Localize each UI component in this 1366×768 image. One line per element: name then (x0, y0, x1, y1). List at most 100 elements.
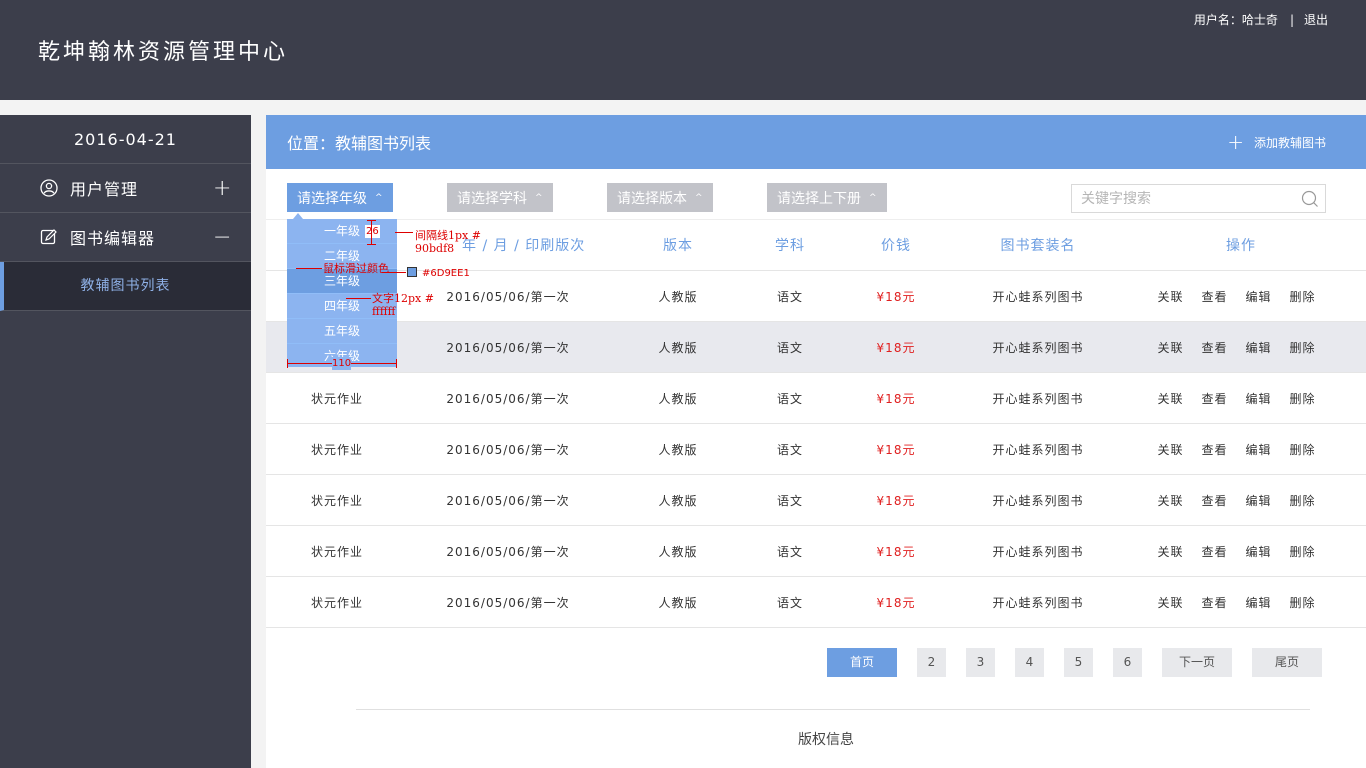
annotation-text-style: 文字12px # ffffff (372, 292, 434, 318)
price-cell: ¥18元 (876, 289, 916, 304)
footer-copyright: 版权信息 (798, 732, 854, 748)
subject-cell: 语文 (776, 544, 803, 559)
edit-action[interactable]: 编辑 (1246, 441, 1272, 458)
delete-action[interactable]: 删除 (1290, 543, 1316, 560)
edit-action[interactable]: 编辑 (1246, 288, 1272, 305)
view-action[interactable]: 查看 (1201, 288, 1227, 305)
annotation-line (296, 268, 322, 269)
set-name-cell: 开心蛙系列图书 (992, 595, 1084, 610)
set-name-cell: 开心蛙系列图书 (992, 289, 1084, 304)
page-button[interactable]: 3 (966, 648, 995, 677)
delete-action[interactable]: 删除 (1290, 594, 1316, 611)
page-button[interactable]: 5 (1064, 648, 1093, 677)
view-action[interactable]: 查看 (1201, 441, 1227, 458)
subject-cell: 语文 (776, 289, 803, 304)
sidebar-subitem-book-list[interactable]: 教辅图书列表 (0, 262, 251, 311)
app-title: 乾坤翰林资源管理中心 (38, 40, 289, 65)
edit-action[interactable]: 编辑 (1246, 339, 1272, 356)
link-action[interactable]: 关联 (1157, 288, 1183, 305)
annotation-line (382, 272, 406, 273)
table-row[interactable]: 2016/05/06/第一次 人教版 语文 ¥18元 开心蛙系列图书 关联 查看 编辑 删除 (266, 322, 1366, 373)
print-date-cell: 2016/05/06/第一次 (446, 595, 570, 610)
edit-action[interactable]: 编辑 (1246, 390, 1272, 407)
view-action[interactable]: 查看 (1201, 390, 1227, 407)
version-cell: 人教版 (658, 544, 698, 559)
table-row[interactable]: 状元作业 2016/05/06/第一次 人教版 语文 ¥18元 开心蛙系列图书 关联 查看 编辑… (266, 424, 1366, 475)
link-action[interactable]: 关联 (1157, 390, 1183, 407)
pagination: 首页 2 3 4 5 6 下一页 尾页 (827, 648, 1322, 677)
row-actions: 关联 查看 编辑 删除 (1116, 390, 1366, 407)
annotation-line (396, 359, 397, 368)
delete-action[interactable]: 删除 (1290, 288, 1316, 305)
color-swatch (407, 267, 417, 277)
delete-action[interactable]: 删除 (1290, 339, 1316, 356)
expand-plus-icon[interactable]: + (213, 176, 231, 201)
table-row[interactable]: 状元作业 2016/05/06/第一次 人教版 语文 ¥18元 开心蛙系列图书 关联 查看 编辑… (266, 526, 1366, 577)
app-header: 乾坤翰林资源管理中心 用户名：哈士奇 | 退出 (0, 0, 1366, 100)
search-box (1071, 184, 1326, 213)
breadcrumb: 位置：教辅图书列表 (287, 134, 432, 153)
price-cell: ¥18元 (876, 391, 916, 406)
view-action[interactable]: 查看 (1201, 339, 1227, 356)
add-book-button[interactable]: + 添加教辅图书 (1227, 132, 1326, 152)
delete-action[interactable]: 删除 (1290, 390, 1316, 407)
delete-action[interactable]: 删除 (1290, 441, 1316, 458)
sidebar-date: 2016-04-21 (0, 115, 251, 164)
version-cell: 人教版 (658, 595, 698, 610)
print-date-cell: 2016/05/06/第一次 (446, 544, 570, 559)
chevron-up-icon: ^ (535, 192, 543, 203)
edit-action[interactable]: 编辑 (1246, 543, 1272, 560)
table-row[interactable]: 状元作业 2016/05/06/第一次 人教版 语文 ¥18元 开心蛙系列图书 关联 查看 编辑… (266, 373, 1366, 424)
column-header-actions: 操作 (1226, 238, 1256, 254)
search-icon[interactable] (1295, 190, 1325, 208)
sidebar-item-user-management[interactable]: 用户管理 + (0, 164, 251, 213)
link-action[interactable]: 关联 (1157, 339, 1183, 356)
book-name-cell: 状元作业 (310, 544, 363, 559)
annotation-line (367, 244, 376, 245)
set-name-cell: 开心蛙系列图书 (992, 544, 1084, 559)
page-next-button[interactable]: 下一页 (1162, 648, 1232, 677)
dropdown-item[interactable]: 五年级 (287, 319, 397, 344)
grade-select-label: 请选择年级 (297, 190, 367, 207)
version-cell: 人教版 (658, 442, 698, 457)
add-book-label: 添加教辅图书 (1253, 135, 1326, 150)
page-button[interactable]: 2 (917, 648, 946, 677)
grade-select[interactable]: 请选择年级 ^ (287, 183, 393, 212)
sidebar-item-book-editor[interactable]: 图书编辑器 − (0, 213, 251, 262)
edit-action[interactable]: 编辑 (1246, 594, 1272, 611)
view-action[interactable]: 查看 (1201, 543, 1227, 560)
volume-select[interactable]: 请选择上下册 ^ (767, 183, 887, 212)
subject-cell: 语文 (776, 340, 803, 355)
view-action[interactable]: 查看 (1201, 594, 1227, 611)
table-row[interactable]: 状元作业 2016/05/06/第一次 人教版 语文 ¥18元 开心蛙系列图书 关联 查看 编辑… (266, 475, 1366, 526)
row-actions: 关联 查看 编辑 删除 (1116, 288, 1366, 305)
location-bar: 位置：教辅图书列表 + 添加教辅图书 (266, 115, 1366, 169)
dropdown-item[interactable]: 一年级 (287, 219, 397, 244)
collapse-minus-icon[interactable]: − (213, 225, 231, 250)
column-header-set-name: 图书套装名 (1000, 238, 1076, 254)
page-button[interactable]: 4 (1015, 648, 1044, 677)
version-select-label: 请选择版本 (617, 190, 687, 207)
set-name-cell: 开心蛙系列图书 (992, 442, 1084, 457)
set-name-cell: 开心蛙系列图书 (992, 391, 1084, 406)
page-last-button[interactable]: 尾页 (1252, 648, 1322, 677)
link-action[interactable]: 关联 (1157, 594, 1183, 611)
view-action[interactable]: 查看 (1201, 492, 1227, 509)
plus-icon: + (1227, 130, 1244, 154)
annotation-height: 26 (365, 225, 380, 238)
footer-divider (356, 709, 1310, 710)
link-action[interactable]: 关联 (1157, 441, 1183, 458)
search-input[interactable] (1072, 185, 1295, 212)
sidebar-item-label: 用户管理 (70, 180, 139, 199)
page-first-button[interactable]: 首页 (827, 648, 897, 677)
table-row[interactable]: 状元作业 2016/05/06/第一次 人教版 语文 ¥18元 开心蛙系列图书 关联 查看 编辑… (266, 577, 1366, 628)
edit-action[interactable]: 编辑 (1246, 492, 1272, 509)
delete-action[interactable]: 删除 (1290, 492, 1316, 509)
logout-link[interactable]: 退出 (1304, 11, 1328, 28)
version-cell: 人教版 (658, 391, 698, 406)
link-action[interactable]: 关联 (1157, 543, 1183, 560)
version-select[interactable]: 请选择版本 ^ (607, 183, 713, 212)
link-action[interactable]: 关联 (1157, 492, 1183, 509)
subject-select[interactable]: 请选择学科 ^ (447, 183, 553, 212)
page-button[interactable]: 6 (1113, 648, 1142, 677)
